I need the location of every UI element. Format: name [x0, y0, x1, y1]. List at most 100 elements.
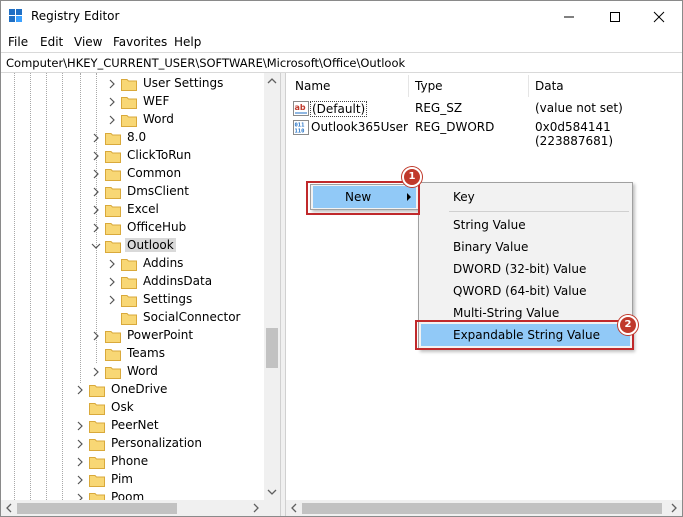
- menu-favorites[interactable]: Favorites: [113, 35, 167, 49]
- submenu-item-dword-value[interactable]: DWORD (32-bit) Value: [421, 258, 630, 280]
- folder-icon: [121, 313, 137, 325]
- column-header-type[interactable]: Type: [415, 79, 443, 93]
- chevron-right-icon[interactable]: [75, 493, 85, 500]
- registry-editor-window: Registry Editor File Edit View Favorites…: [0, 0, 683, 517]
- chevron-right-icon[interactable]: [107, 97, 117, 107]
- tree-item-label: SocialConnector: [143, 310, 241, 324]
- tree-item[interactable]: AddinsData: [107, 273, 261, 291]
- tree-hscroll-thumb[interactable]: [17, 503, 177, 514]
- scroll-right-icon[interactable]: [666, 500, 682, 516]
- tree-item[interactable]: Osk: [75, 399, 261, 417]
- menu-file[interactable]: File: [8, 35, 28, 49]
- tree-item[interactable]: Word: [91, 363, 261, 381]
- tree-vertical-scrollbar[interactable]: [264, 73, 280, 500]
- folder-icon: [121, 79, 137, 91]
- step-badge-2: 2: [618, 315, 638, 335]
- chevron-right-icon[interactable]: [107, 79, 117, 89]
- chevron-right-icon[interactable]: [91, 223, 101, 233]
- chevron-right-icon[interactable]: [91, 205, 101, 215]
- minimize-button[interactable]: [546, 1, 592, 32]
- tree-item[interactable]: Common: [91, 165, 261, 183]
- address-bar[interactable]: Computer\HKEY_CURRENT_USER\SOFTWARE\Micr…: [1, 52, 682, 73]
- scroll-up-icon[interactable]: [264, 73, 280, 89]
- scroll-left-icon[interactable]: [1, 500, 17, 516]
- chevron-right-icon[interactable]: [107, 259, 117, 269]
- value-row[interactable]: 011 110 Outlook365User REG_DWORD 0x0d584…: [290, 118, 680, 148]
- submenu-item-label: Binary Value: [453, 240, 529, 254]
- tree-item[interactable]: Settings: [107, 291, 261, 309]
- tree-item[interactable]: Outlook: [91, 237, 261, 255]
- svg-text:ab: ab: [295, 103, 306, 112]
- tree-item[interactable]: Personalization: [75, 435, 261, 453]
- chevron-right-icon[interactable]: [75, 475, 85, 485]
- chevron-down-icon[interactable]: [91, 241, 101, 251]
- tree-item-label: Addins: [143, 256, 184, 270]
- chevron-right-icon[interactable]: [91, 169, 101, 179]
- tree-item[interactable]: User Settings: [107, 75, 261, 93]
- scroll-down-icon[interactable]: [264, 484, 280, 500]
- submenu-item-key[interactable]: Key: [421, 186, 630, 208]
- tree-pane[interactable]: User Settings WEF Word 8.0 ClickToRun Common D…: [1, 73, 280, 500]
- tree-item[interactable]: Word: [107, 111, 261, 129]
- chevron-right-icon[interactable]: [91, 151, 101, 161]
- binary-value-icon: 011 110: [293, 120, 309, 135]
- tree-horizontal-scrollbar[interactable]: [1, 500, 280, 516]
- tree-item[interactable]: DmsClient: [91, 183, 261, 201]
- submenu-item-string-value[interactable]: String Value: [421, 214, 630, 236]
- close-button[interactable]: [636, 1, 682, 32]
- tree-item-label: Excel: [127, 202, 159, 216]
- tree-item[interactable]: Phone: [75, 453, 261, 471]
- tree-item-label: DmsClient: [127, 184, 189, 198]
- maximize-button[interactable]: [592, 1, 638, 32]
- menu-help[interactable]: Help: [174, 35, 201, 49]
- tree-scroll-thumb[interactable]: [266, 328, 278, 368]
- chevron-right-icon[interactable]: [91, 331, 101, 341]
- tree-item[interactable]: PeerNet: [75, 417, 261, 435]
- scroll-right-icon[interactable]: [248, 500, 264, 516]
- tree-item[interactable]: OneDrive: [75, 381, 261, 399]
- folder-icon: [105, 133, 121, 145]
- scroll-left-icon[interactable]: [286, 500, 302, 516]
- menu-view[interactable]: View: [74, 35, 102, 49]
- chevron-right-icon[interactable]: [75, 439, 85, 449]
- tree-item[interactable]: Poom: [75, 489, 261, 500]
- chevron-right-icon[interactable]: [107, 295, 117, 305]
- menu-edit[interactable]: Edit: [40, 35, 63, 49]
- column-divider[interactable]: [528, 75, 529, 97]
- chevron-right-icon[interactable]: [91, 133, 101, 143]
- submenu-item-qword-value[interactable]: QWORD (64-bit) Value: [421, 280, 630, 302]
- folder-icon: [105, 187, 121, 199]
- submenu-item-binary-value[interactable]: Binary Value: [421, 236, 630, 258]
- values-hscroll-thumb[interactable]: [302, 503, 662, 514]
- value-row[interactable]: ab (Default) REG_SZ (value not set): [290, 99, 680, 118]
- tree-guide-line: [80, 73, 81, 383]
- column-divider[interactable]: [408, 75, 409, 97]
- values-horizontal-scrollbar[interactable]: [286, 500, 682, 516]
- tree-item[interactable]: OfficeHub: [91, 219, 261, 237]
- tree-item-label: 8.0: [127, 130, 147, 144]
- chevron-right-icon[interactable]: [75, 421, 85, 431]
- tree-item[interactable]: 8.0: [91, 129, 261, 147]
- chevron-right-icon[interactable]: [91, 367, 101, 377]
- tree-item[interactable]: Pim: [75, 471, 261, 489]
- folder-icon: [89, 493, 105, 500]
- tree-item[interactable]: Excel: [91, 201, 261, 219]
- string-value-icon: ab: [293, 101, 309, 116]
- address-path[interactable]: Computer\HKEY_CURRENT_USER\SOFTWARE\Micr…: [6, 56, 405, 70]
- column-header-name[interactable]: Name: [295, 79, 330, 93]
- tree-item[interactable]: WEF: [107, 93, 261, 111]
- tree-item[interactable]: PowerPoint: [91, 327, 261, 345]
- tree-item[interactable]: SocialConnector: [107, 309, 261, 327]
- title-bar[interactable]: Registry Editor: [1, 1, 682, 32]
- tree-item-label: PeerNet: [111, 418, 159, 432]
- chevron-right-icon[interactable]: [75, 385, 85, 395]
- chevron-right-icon[interactable]: [107, 115, 117, 125]
- chevron-right-icon[interactable]: [91, 187, 101, 197]
- chevron-right-icon[interactable]: [107, 277, 117, 287]
- tree-item[interactable]: Teams: [91, 345, 261, 363]
- tree-item[interactable]: Addins: [107, 255, 261, 273]
- column-header-data[interactable]: Data: [535, 79, 564, 93]
- chevron-right-icon[interactable]: [75, 457, 85, 467]
- callout-box-new: [306, 181, 420, 215]
- tree-item[interactable]: ClickToRun: [91, 147, 261, 165]
